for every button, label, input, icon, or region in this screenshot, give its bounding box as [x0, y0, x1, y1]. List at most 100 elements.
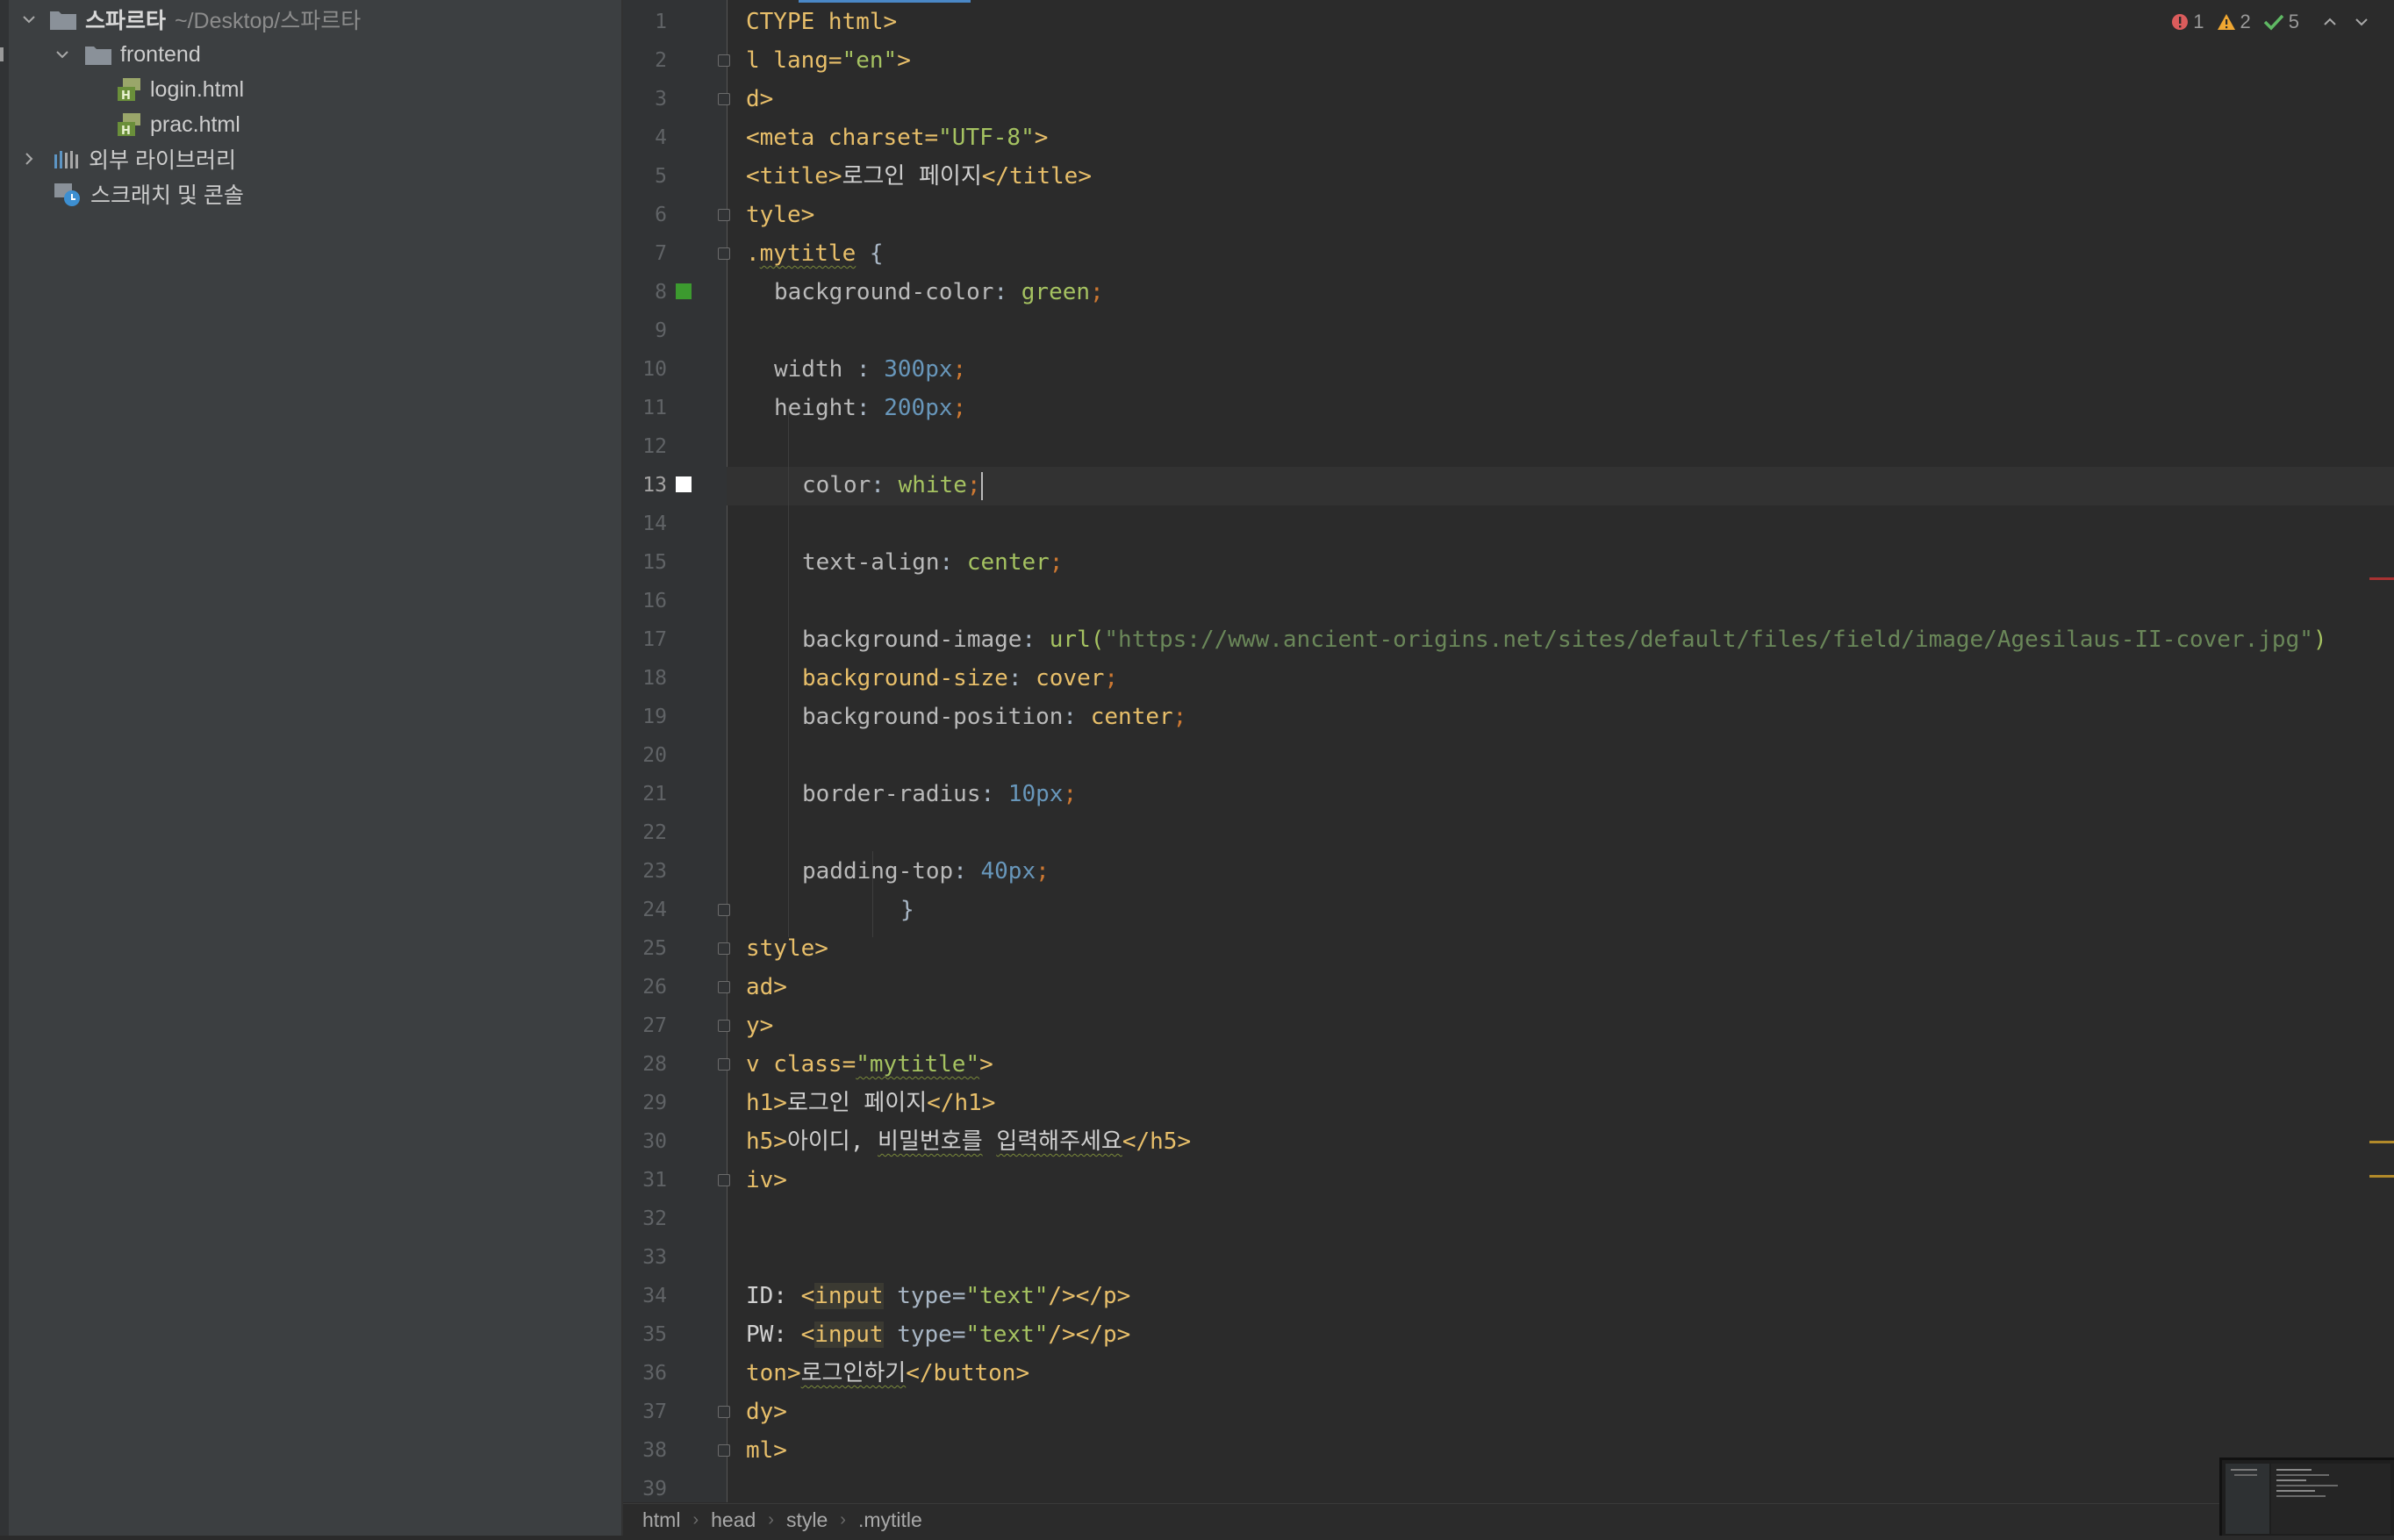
code-token: 로그인 페이지	[842, 163, 982, 190]
code-token: "text"	[965, 1322, 1049, 1348]
code-line: ID: <input type="text"/></p>	[746, 1277, 1130, 1315]
code-token: 300px	[884, 356, 953, 383]
code-token: center	[966, 549, 1050, 576]
line-number: 6	[655, 204, 667, 226]
breadcrumb-separator-icon: ›	[768, 1509, 774, 1529]
tree-scratches-label: 스크래치 및 콘솔	[90, 183, 244, 208]
code-token: input	[814, 1322, 884, 1348]
error-stripe[interactable]	[2368, 0, 2394, 1502]
code-line: background-size: cover;	[802, 659, 1118, 698]
line-number: 7	[655, 242, 667, 265]
breadcrumb-item[interactable]: .mytitle	[858, 1508, 922, 1532]
tree-root[interactable]: 스파르타 ~/Desktop/스파르타	[19, 2, 361, 37]
library-icon	[54, 151, 78, 168]
warning-count-label: 2	[2240, 11, 2251, 32]
code-token: <title>	[746, 163, 842, 190]
error-icon	[2172, 14, 2189, 30]
error-mark[interactable]	[2369, 577, 2394, 580]
code-token: 로그인하기	[800, 1360, 907, 1386]
code-line: <meta charset="UTF-8">	[746, 118, 1048, 157]
code-token: type=	[883, 1283, 966, 1309]
code-token: center	[1090, 704, 1173, 730]
tool-window-stripe	[0, 0, 9, 1536]
code-token: </h1>	[927, 1090, 996, 1116]
line-number: 5	[655, 165, 667, 188]
chevron-up-icon[interactable]	[2320, 12, 2340, 32]
code-line: .mytitle {	[746, 234, 884, 273]
code-line: CTYPE html>	[746, 3, 897, 41]
code-token: dy>	[746, 1399, 787, 1425]
line-number: 11	[642, 397, 667, 419]
code-token: width	[774, 356, 843, 383]
folder-icon	[50, 11, 76, 30]
html-file-icon: H	[118, 78, 140, 103]
tree-scratches[interactable]: 스크래치 및 콘솔	[53, 176, 244, 211]
thumbnail-image	[2226, 1464, 2390, 1534]
code-token: type=	[883, 1322, 966, 1348]
code-line: }	[900, 891, 914, 929]
code-token: mytitle	[759, 240, 857, 267]
inspection-widget[interactable]: 1 2 5	[2171, 11, 2371, 33]
code-token: input	[814, 1283, 884, 1309]
chevron-down-icon[interactable]	[53, 45, 72, 64]
code-line: background-image: url("https://www.ancie…	[802, 620, 2327, 659]
code-token: ;	[952, 395, 967, 421]
line-number: 2	[655, 49, 667, 72]
code-line: l lang="en">	[746, 41, 911, 80]
code-token: ton>	[746, 1360, 801, 1386]
tree-file-prac[interactable]: H prac.html	[116, 107, 240, 142]
code-token: ;	[952, 356, 967, 383]
code-token: {	[856, 240, 884, 267]
line-number: 36	[642, 1362, 667, 1385]
code-line: h5>아이디, 비밀번호를 입력해주세요</h5>	[746, 1122, 1191, 1161]
code-token: color	[802, 472, 871, 498]
error-count[interactable]: 1	[2171, 11, 2204, 33]
warning-count[interactable]: 2	[2217, 11, 2251, 33]
code-line: text-align: center;	[802, 543, 1063, 582]
code-line: background-color: green;	[774, 273, 1104, 312]
code-editor[interactable]: 1 2 3 4 5 6 7 8 9 10 11 12 13 14 15 16 1…	[623, 0, 2394, 1536]
code-line: dy>	[746, 1393, 787, 1431]
code-text-area[interactable]: CTYPE html> l lang="en"> d> <meta charse…	[727, 0, 2394, 1502]
code-token: height	[774, 395, 857, 421]
code-line: ton>로그인하기</button>	[746, 1354, 1029, 1393]
color-swatch-white[interactable]	[676, 476, 692, 492]
code-token: ;	[1172, 704, 1187, 730]
breadcrumb-separator-icon: ›	[840, 1509, 846, 1529]
line-number-current: 13	[642, 474, 667, 497]
tree-external-libraries[interactable]: 외부 라이브러리	[19, 141, 236, 176]
chevron-down-icon[interactable]	[19, 10, 39, 29]
code-token: PW:	[746, 1322, 801, 1348]
tree-folder-frontend[interactable]: frontend	[53, 37, 201, 72]
code-token: background-position	[802, 704, 1064, 730]
code-token: background-image	[802, 627, 1022, 653]
breadcrumb-item[interactable]: style	[786, 1508, 828, 1532]
code-line: <title>로그인 페이지</title>	[746, 157, 1092, 196]
code-token: 아이디,	[786, 1128, 878, 1155]
line-number: 4	[655, 126, 667, 149]
code-line: border-radius: 10px;	[802, 775, 1077, 813]
breadcrumb-item[interactable]: html	[642, 1508, 680, 1532]
code-token: :	[953, 858, 981, 885]
window-thumbnail-preview[interactable]	[2219, 1458, 2394, 1536]
tree-file-login[interactable]: H login.html	[116, 72, 244, 107]
code-token: ;	[966, 472, 981, 498]
warning-mark[interactable]	[2369, 1175, 2394, 1178]
code-token: }	[900, 897, 914, 923]
color-swatch-green[interactable]	[676, 283, 692, 299]
code-token: "UTF-8"	[938, 125, 1035, 151]
code-token: :	[1021, 627, 1050, 653]
code-token: border-radius	[802, 781, 981, 807]
chevron-right-icon[interactable]	[19, 149, 39, 168]
code-token: green	[1021, 279, 1091, 305]
code-token: 10px	[1007, 781, 1064, 807]
line-number-gutter[interactable]: 1 2 3 4 5 6 7 8 9 10 11 12 13 14 15 16 1…	[623, 0, 730, 1502]
breadcrumb-item[interactable]: head	[711, 1508, 756, 1532]
line-number: 10	[642, 358, 667, 381]
ok-count[interactable]: 5	[2263, 11, 2299, 33]
line-number: 33	[642, 1246, 667, 1269]
warning-mark[interactable]	[2369, 1141, 2394, 1143]
code-token: background-color	[774, 279, 994, 305]
code-token: y>	[746, 1013, 774, 1039]
line-number: 12	[642, 435, 667, 458]
